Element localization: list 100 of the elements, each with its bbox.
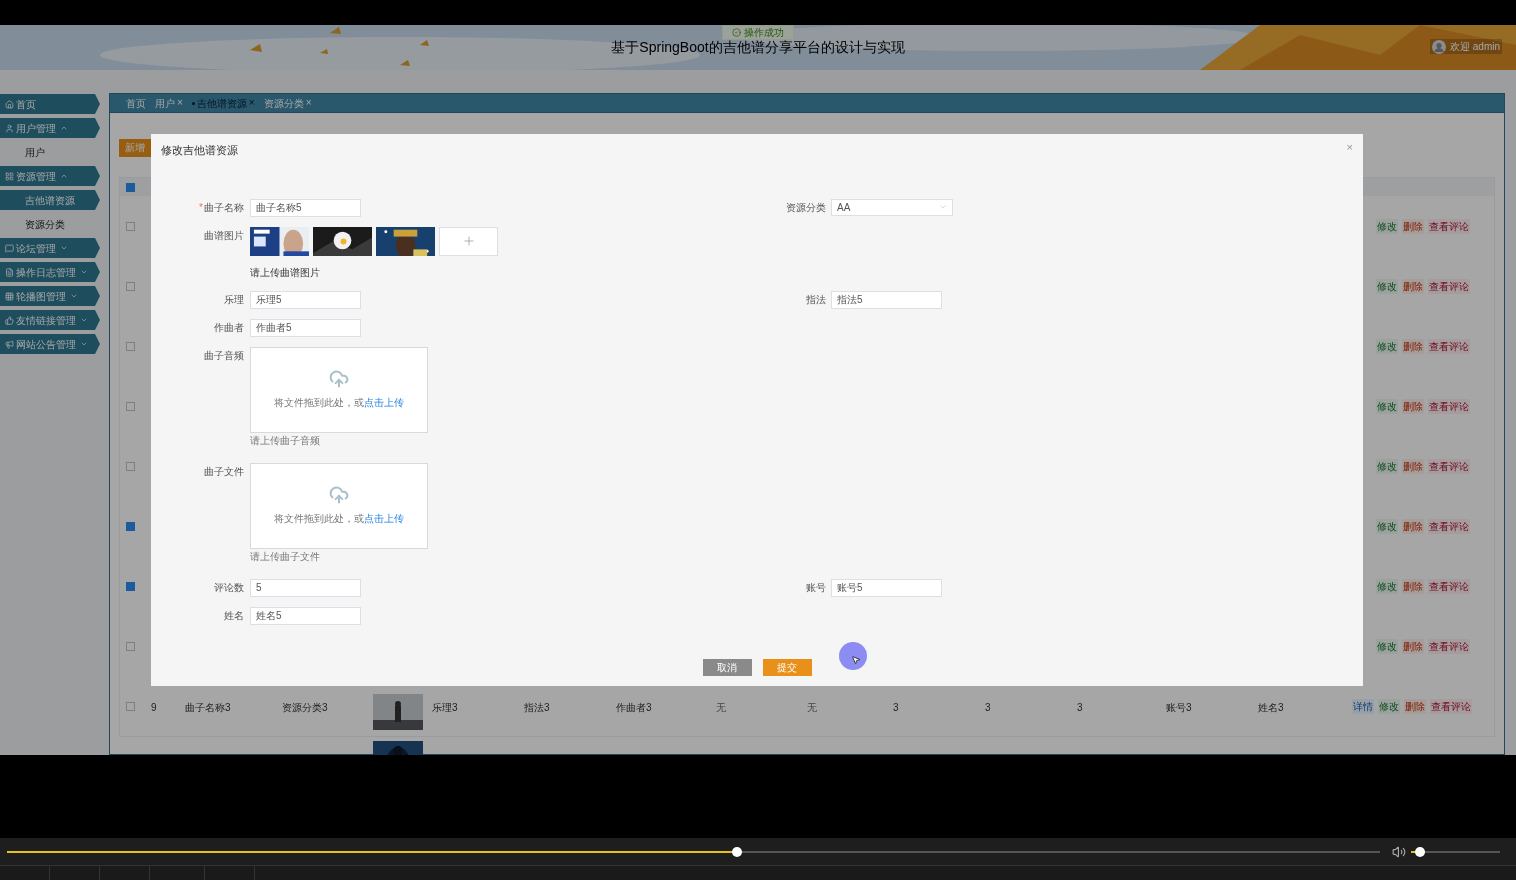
- tab[interactable]: 用户 ×: [155, 95, 183, 111]
- checkbox[interactable]: [126, 641, 135, 651]
- checkbox[interactable]: [126, 401, 135, 411]
- toast: 操作成功: [722, 25, 794, 40]
- select-field[interactable]: AA: [831, 198, 953, 216]
- action-link[interactable]: 删除: [1402, 218, 1424, 234]
- action-link[interactable]: 修改: [1376, 278, 1398, 294]
- menu-icon: [5, 267, 14, 277]
- input-field[interactable]: 指法5: [831, 290, 942, 309]
- input-field[interactable]: 作曲者5: [250, 318, 361, 337]
- field-label: 曲谱图片: [204, 229, 244, 242]
- required-mark: *: [199, 201, 203, 214]
- action-link[interactable]: 查看评论: [1430, 698, 1472, 714]
- input-field[interactable]: 曲子名称5: [250, 198, 361, 217]
- action-link[interactable]: 修改: [1376, 338, 1398, 354]
- checkbox[interactable]: [126, 581, 135, 591]
- action-link[interactable]: 修改: [1378, 698, 1400, 714]
- table-cell: 无: [807, 702, 817, 713]
- action-link[interactable]: 查看评论: [1428, 338, 1470, 354]
- volume-handle[interactable]: [1414, 846, 1425, 857]
- sidebar-item[interactable]: 论坛管理: [0, 238, 100, 258]
- table-cell: 3: [985, 702, 991, 713]
- action-link[interactable]: 修改: [1376, 638, 1398, 654]
- action-link[interactable]: 查看评论: [1428, 278, 1470, 294]
- field-label: 姓名: [224, 609, 244, 622]
- sidebar-item[interactable]: 友情链接管理: [0, 310, 100, 330]
- progress-handle[interactable]: [732, 846, 743, 857]
- upload-link[interactable]: 点击上传: [364, 513, 404, 524]
- upload-dropzone[interactable]: 将文件拖到此处，或点击上传: [250, 462, 428, 549]
- sidebar-item[interactable]: 用户管理: [0, 118, 100, 138]
- input-field[interactable]: 5: [250, 578, 361, 597]
- chevron-down-icon: [939, 203, 947, 211]
- menu-icon: [5, 171, 14, 181]
- action-link[interactable]: 修改: [1376, 398, 1398, 414]
- cloud-upload-icon: [329, 369, 349, 389]
- sidebar-item[interactable]: 操作日志管理: [0, 262, 100, 282]
- sidebar-item[interactable]: 首页: [0, 94, 100, 114]
- cancel-button[interactable]: 取消: [702, 659, 752, 676]
- tab[interactable]: 首页: [126, 95, 146, 111]
- action-link[interactable]: 详情: [1352, 698, 1374, 714]
- sidebar-item[interactable]: 网站公告管理: [0, 334, 100, 354]
- menu-icon: [5, 315, 14, 325]
- sidebar-subitem[interactable]: 用户: [0, 142, 100, 162]
- action-link[interactable]: 删除: [1402, 518, 1424, 534]
- action-link[interactable]: 查看评论: [1428, 518, 1470, 534]
- checkbox[interactable]: [126, 461, 135, 471]
- sidebar-subitem[interactable]: 吉他谱资源: [0, 190, 100, 210]
- action-link[interactable]: 查看评论: [1428, 218, 1470, 234]
- action-link[interactable]: 查看评论: [1428, 398, 1470, 414]
- close-icon[interactable]: ×: [248, 98, 255, 108]
- action-link[interactable]: 修改: [1376, 458, 1398, 474]
- close-icon[interactable]: ×: [305, 98, 312, 108]
- add-button[interactable]: 新增: [119, 138, 151, 157]
- checkbox[interactable]: [126, 182, 135, 192]
- checkbox[interactable]: [126, 341, 135, 351]
- action-link[interactable]: 删除: [1402, 638, 1424, 654]
- menu-icon: [5, 339, 14, 349]
- submit-button[interactable]: 提交: [762, 659, 812, 676]
- checkbox[interactable]: [126, 281, 135, 291]
- chevron-down-icon: [80, 316, 88, 324]
- action-link[interactable]: 删除: [1402, 398, 1424, 414]
- action-link[interactable]: 查看评论: [1428, 458, 1470, 474]
- sidebar-item[interactable]: 轮播图管理: [0, 286, 100, 306]
- close-icon[interactable]: ×: [1346, 142, 1353, 153]
- volume-icon[interactable]: [1392, 844, 1406, 859]
- input-field[interactable]: 乐理5: [250, 290, 361, 309]
- upload-link[interactable]: 点击上传: [364, 397, 404, 408]
- check-circle-icon: [732, 28, 741, 37]
- table-cell: 资源分类3: [282, 702, 328, 713]
- input-field[interactable]: 账号5: [831, 578, 942, 597]
- checkbox[interactable]: [126, 521, 135, 531]
- tab[interactable]: 资源分类 ×: [263, 95, 312, 111]
- avatar-icon: [1432, 39, 1446, 54]
- upload-prompt: 将文件拖到此处，或点击上传: [274, 396, 404, 410]
- action-link[interactable]: 修改: [1376, 518, 1398, 534]
- chevron-down-icon: [70, 292, 78, 300]
- menu-icon: [5, 291, 14, 301]
- hint-text: 请上传曲子音频: [250, 434, 321, 447]
- close-icon[interactable]: ×: [177, 98, 183, 108]
- input-field[interactable]: 姓名5: [250, 606, 361, 625]
- action-link[interactable]: 删除: [1402, 578, 1424, 594]
- action-link[interactable]: 删除: [1402, 278, 1424, 294]
- upload-dropzone[interactable]: 将文件拖到此处，或点击上传: [250, 346, 428, 433]
- action-link[interactable]: 查看评论: [1428, 578, 1470, 594]
- action-link[interactable]: 删除: [1402, 338, 1424, 354]
- action-link[interactable]: 修改: [1376, 218, 1398, 234]
- checkbox[interactable]: [126, 701, 135, 711]
- field-label: 乐理: [224, 293, 244, 306]
- checkbox[interactable]: [126, 221, 135, 231]
- sidebar-subitem[interactable]: 资源分类: [0, 214, 100, 234]
- hint-text: 请上传曲子文件: [250, 550, 321, 563]
- action-link[interactable]: 查看评论: [1428, 638, 1470, 654]
- dialog-title: 修改吉他谱资源: [161, 143, 238, 158]
- table-cell: 乐理3: [432, 702, 458, 713]
- action-link[interactable]: 修改: [1376, 578, 1398, 594]
- action-link[interactable]: 删除: [1402, 458, 1424, 474]
- sidebar-item[interactable]: 资源管理: [0, 166, 100, 186]
- table-cell: 指法3: [524, 702, 550, 713]
- chevron-down-icon: [80, 268, 88, 276]
- action-link[interactable]: 删除: [1404, 698, 1426, 714]
